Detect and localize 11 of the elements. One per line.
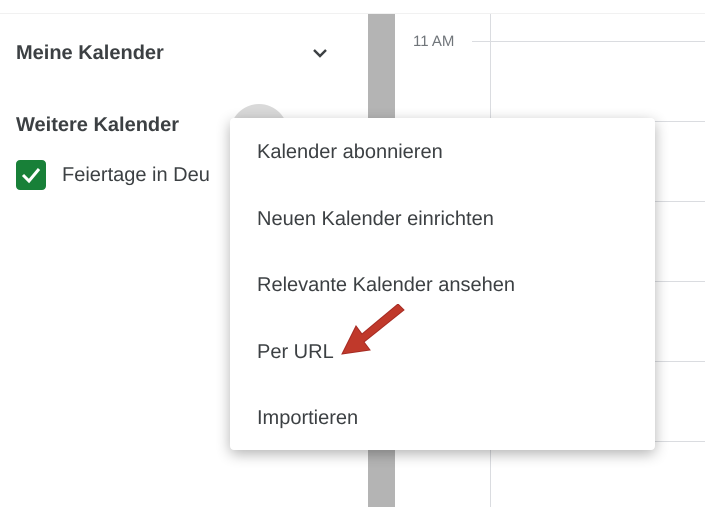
checkbox[interactable] [16,160,46,190]
menu-item[interactable]: Importieren [230,400,655,466]
calendar-name: Feiertage in Deu [62,164,210,186]
menu-item[interactable]: Relevante Kalender ansehen [230,267,655,334]
menu-item[interactable]: Neuen Kalender einrichten [230,200,655,267]
menu-item[interactable]: Per URL [230,334,655,400]
chevron-down-icon[interactable] [312,48,328,58]
section-title: Meine Kalender [16,42,164,64]
time-label: 11 AM [413,32,454,50]
menu-item[interactable]: Kalender abonnieren [230,134,655,200]
section-title: Weitere Kalender [16,114,180,136]
